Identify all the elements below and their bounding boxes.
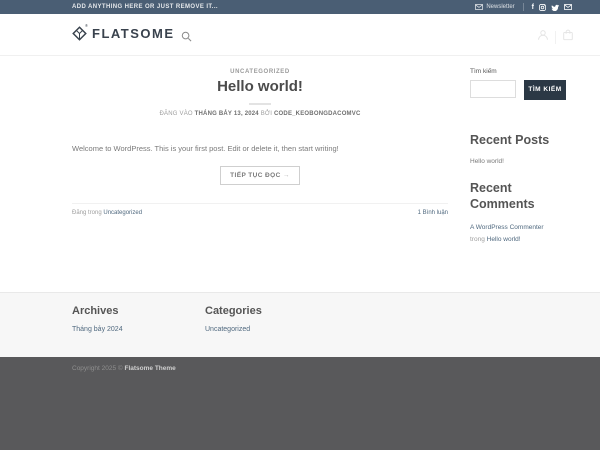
facebook-icon[interactable]: f (532, 4, 534, 11)
sidebar: Tìm kiếm TÌM KIẾM Recent Posts Hello wor… (470, 56, 568, 246)
meta-by: BỞI (261, 111, 272, 117)
copyright-text: Copyright 2025 © Flatsome Theme (72, 365, 176, 372)
title-divider (249, 103, 271, 105)
site-header: ® FLATSOME (0, 14, 600, 56)
categories-title: Categories (205, 305, 262, 317)
post-title[interactable]: Hello world! (72, 78, 448, 95)
recent-post-link[interactable]: Hello world! (470, 158, 568, 165)
header-right-icons (537, 28, 574, 46)
recent-posts-title: Recent Posts (470, 133, 568, 149)
flatsome-blog-page: ADD ANYTHING HERE OR JUST REMOVE IT... N… (0, 0, 600, 450)
meta-posted-on: ĐĂNG VÀO (160, 111, 193, 117)
posted-in-category-link[interactable]: Uncategorized (103, 210, 142, 216)
post-category-label: UNCATEGORIZED (72, 69, 448, 75)
newsletter-link[interactable]: Newsletter (475, 4, 514, 10)
envelope-icon (475, 4, 483, 10)
post-article: UNCATEGORIZED Hello world! ĐĂNG VÀO THÁN… (72, 56, 448, 216)
search-widget-label: Tìm kiếm (470, 68, 568, 75)
arrow-right-icon: → (283, 172, 290, 179)
archives-title: Archives (72, 305, 123, 317)
sidebar-search-input[interactable] (470, 80, 516, 98)
post-meta-date: ĐĂNG VÀO THÁNG BẢY 13, 2024 BỞI CODE_KEO… (72, 111, 448, 117)
topbar-divider (523, 3, 524, 11)
footer-widgets: Archives Tháng bảy 2024 Categories Uncat… (0, 292, 600, 357)
post-footer-meta: Đăng trong Uncategorized 1 Bình luận (72, 203, 448, 216)
archives-link[interactable]: Tháng bảy 2024 (72, 326, 123, 333)
posted-in-label: Đăng trong (72, 210, 102, 216)
archives-widget: Archives Tháng bảy 2024 (72, 293, 123, 333)
comment-post-link[interactable]: Hello world! (487, 236, 521, 243)
post-excerpt: Welcome to WordPress. This is your first… (72, 143, 448, 154)
cart-icon[interactable] (562, 28, 574, 46)
posted-in: Đăng trong Uncategorized (72, 210, 142, 216)
topbar-right: Newsletter f (475, 3, 572, 11)
categories-widget: Categories Uncategorized (205, 293, 262, 333)
meta-author[interactable]: CODE_KEOBONGDACOMVC (274, 111, 360, 117)
site-logo[interactable]: ® FLATSOME (72, 26, 175, 41)
twitter-icon[interactable] (551, 4, 559, 11)
comment-in-label: trong (470, 236, 485, 243)
search-widget: TÌM KIẾM (470, 80, 568, 100)
logo-registered-mark: ® (85, 23, 88, 28)
recent-comment-item: A WordPress Commenter trong Hello world! (470, 222, 568, 245)
read-more-wrap: TIẾP TỤC ĐỌC → (72, 164, 448, 185)
flatsome-logo-icon (72, 26, 87, 41)
main-content: UNCATEGORIZED Hello world! ĐĂNG VÀO THÁN… (0, 56, 600, 292)
sidebar-search-button[interactable]: TÌM KIẾM (524, 80, 566, 100)
categories-link[interactable]: Uncategorized (205, 326, 262, 333)
newsletter-label: Newsletter (486, 4, 514, 10)
topbar-announcement: ADD ANYTHING HERE OR JUST REMOVE IT... (72, 4, 218, 10)
copyright-brand: Flatsome Theme (125, 365, 176, 372)
comments-count-link[interactable]: 1 Bình luận (418, 210, 448, 216)
search-icon[interactable] (181, 29, 192, 47)
comment-author-link[interactable]: A WordPress Commenter (470, 224, 544, 231)
copyright-prefix: Copyright 2025 © (72, 365, 125, 372)
instagram-icon[interactable] (539, 4, 546, 11)
header-icon-divider (555, 31, 556, 44)
account-icon[interactable] (537, 28, 549, 46)
topbar: ADD ANYTHING HERE OR JUST REMOVE IT... N… (0, 0, 600, 14)
meta-date-value[interactable]: THÁNG BẢY 13, 2024 (195, 111, 259, 117)
read-more-button[interactable]: TIẾP TỤC ĐỌC → (220, 166, 300, 185)
dark-footer: Copyright 2025 © Flatsome Theme (0, 357, 600, 450)
logo-text: FLATSOME (92, 26, 175, 41)
recent-comments-title: Recent Comments (470, 181, 568, 212)
email-icon[interactable] (564, 4, 572, 10)
post-category-link[interactable]: UNCATEGORIZED (230, 69, 290, 75)
